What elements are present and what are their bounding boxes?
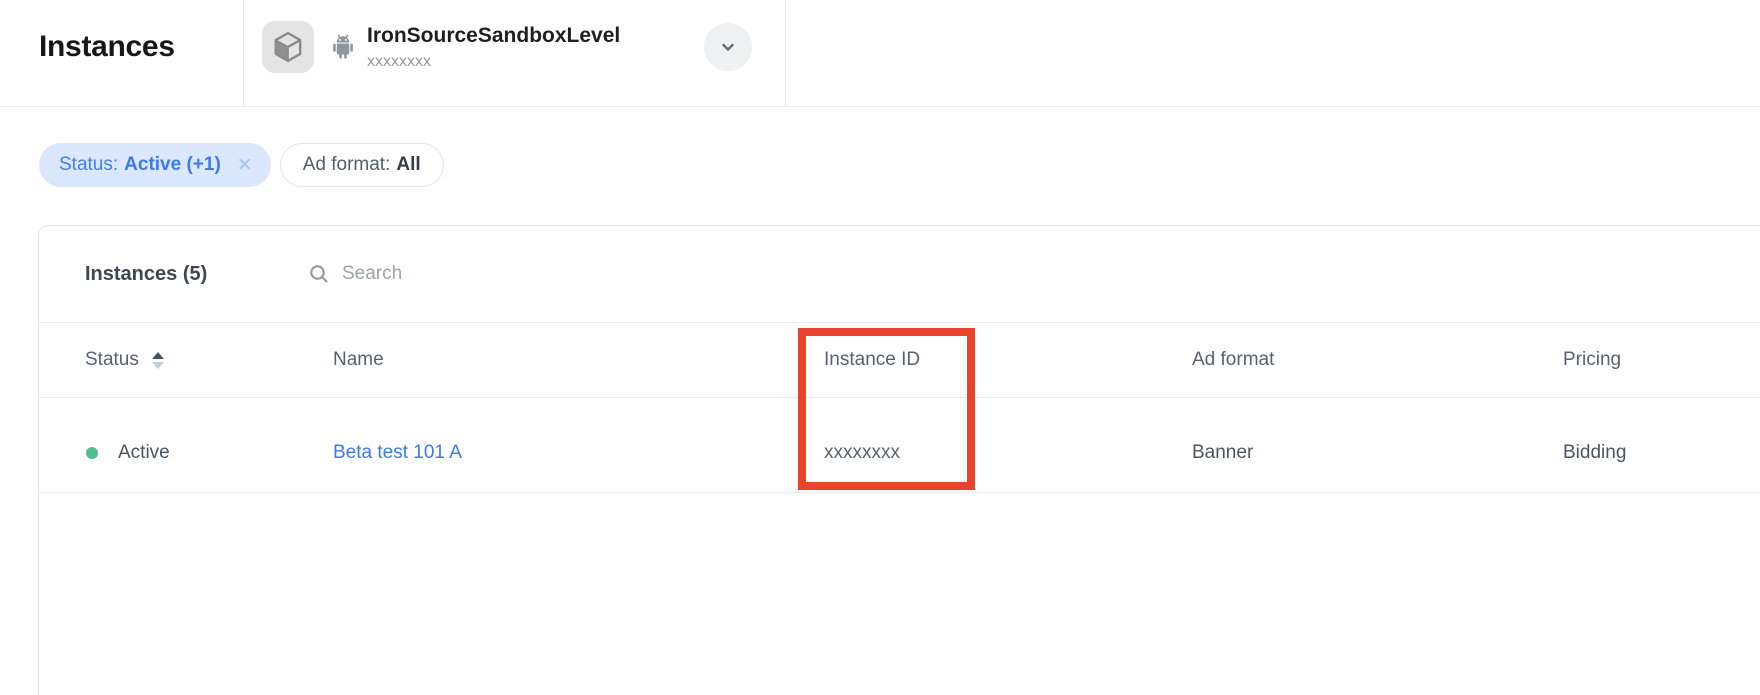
status-cell: Active [86, 398, 170, 492]
table-row: Active Beta test 101 A xxxxxxxx Banner B… [39, 398, 1760, 493]
chevron-down-icon [719, 38, 737, 56]
app-name: IronSourceSandboxLevel [367, 23, 620, 49]
column-header-instance-id: Instance ID [824, 323, 920, 397]
status-active-dot [86, 447, 98, 459]
ad-format-cell: Banner [1192, 398, 1253, 492]
pricing-cell: Bidding [1563, 398, 1626, 492]
app-selector-expand-button[interactable] [704, 23, 752, 71]
instance-name-link[interactable]: Beta test 101 A [333, 442, 462, 464]
filter-bar: Status: Active (+1) ✕ Ad format: All [39, 143, 444, 187]
column-header-name: Name [333, 323, 384, 397]
card-toolbar: Instances (5) [39, 226, 1760, 323]
app-cube-icon [262, 21, 314, 73]
status-text: Active [118, 442, 170, 464]
sort-desc-arrow [152, 362, 164, 369]
column-header-status[interactable]: Status [85, 323, 164, 397]
top-header: Instances [0, 0, 1760, 107]
search-box [308, 263, 662, 285]
app-selector[interactable]: IronSourceSandboxLevel xxxxxxxx [244, 0, 786, 106]
filter-value: All [396, 154, 420, 176]
page-title-section: Instances [0, 0, 244, 106]
app-key: xxxxxxxx [367, 53, 620, 71]
sort-icon[interactable] [152, 352, 164, 369]
remove-filter-icon[interactable]: ✕ [237, 156, 253, 175]
page-title: Instances [39, 30, 175, 64]
column-header-pricing: Pricing [1563, 323, 1621, 397]
filter-label: Ad format: [303, 154, 391, 176]
table-header-row: Status Name Instance ID Ad format Pricin… [39, 323, 1760, 398]
search-icon [308, 263, 330, 285]
instances-card: Instances (5) Status Name [38, 225, 1760, 695]
name-cell: Beta test 101 A [333, 398, 462, 492]
filter-chip-status[interactable]: Status: Active (+1) ✕ [39, 143, 271, 187]
search-input[interactable] [342, 263, 662, 285]
sort-asc-arrow [152, 352, 164, 359]
filter-label: Status: [59, 154, 118, 176]
instance-id-cell: xxxxxxxx [824, 398, 900, 492]
column-header-ad-format: Ad format [1192, 323, 1274, 397]
instances-page: Instances [0, 0, 1760, 695]
app-meta: IronSourceSandboxLevel xxxxxxxx [367, 23, 620, 71]
filter-chip-ad-format[interactable]: Ad format: All [280, 143, 444, 187]
android-icon [328, 32, 358, 62]
filter-value: Active (+1) [124, 154, 221, 176]
card-title: Instances (5) [85, 263, 308, 286]
